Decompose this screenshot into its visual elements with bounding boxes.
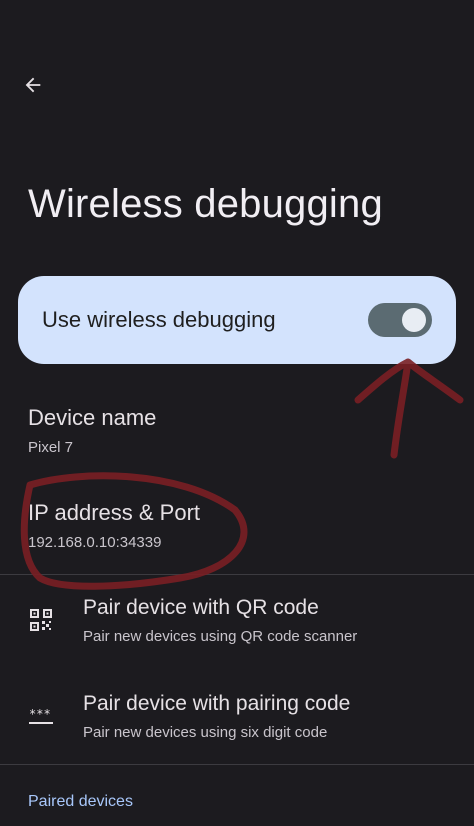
ip-address-value: 192.168.0.10:34339: [28, 534, 162, 551]
pair-qr-code-subtitle: Pair new devices using QR code scanner: [83, 628, 358, 645]
use-wireless-debugging-toggle-row[interactable]: Use wireless debugging: [18, 276, 456, 364]
password-icon: ***: [26, 701, 56, 731]
device-name-title: Device name: [28, 405, 157, 430]
wireless-debugging-switch[interactable]: [368, 303, 432, 337]
toggle-label: Use wireless debugging: [42, 307, 276, 332]
back-button[interactable]: [18, 70, 48, 100]
pair-qr-code-item[interactable]: Pair device with QR code Pair new device…: [0, 582, 474, 662]
switch-thumb: [402, 308, 426, 332]
svg-text:***: ***: [29, 707, 51, 721]
pair-pairing-code-subtitle: Pair new devices using six digit code: [83, 724, 328, 741]
page-title: Wireless debugging: [28, 182, 383, 226]
arrow-back-icon: [25, 77, 41, 93]
divider: [0, 574, 474, 575]
divider: [0, 764, 474, 765]
qr-code-icon: [26, 605, 56, 635]
ip-address-item[interactable]: IP address & Port 192.168.0.10:34339: [28, 500, 200, 551]
device-name-value: Pixel 7: [28, 439, 74, 456]
ip-address-title: IP address & Port: [28, 500, 201, 525]
pair-pairing-code-item[interactable]: *** Pair device with pairing code Pair n…: [0, 678, 474, 758]
pair-pairing-code-title: Pair device with pairing code: [83, 692, 351, 715]
annotation-arrow: [354, 358, 464, 459]
paired-devices-header: Paired devices: [28, 793, 133, 810]
pair-qr-code-title: Pair device with QR code: [83, 596, 319, 619]
device-name-item[interactable]: Device name Pixel 7: [28, 405, 156, 456]
